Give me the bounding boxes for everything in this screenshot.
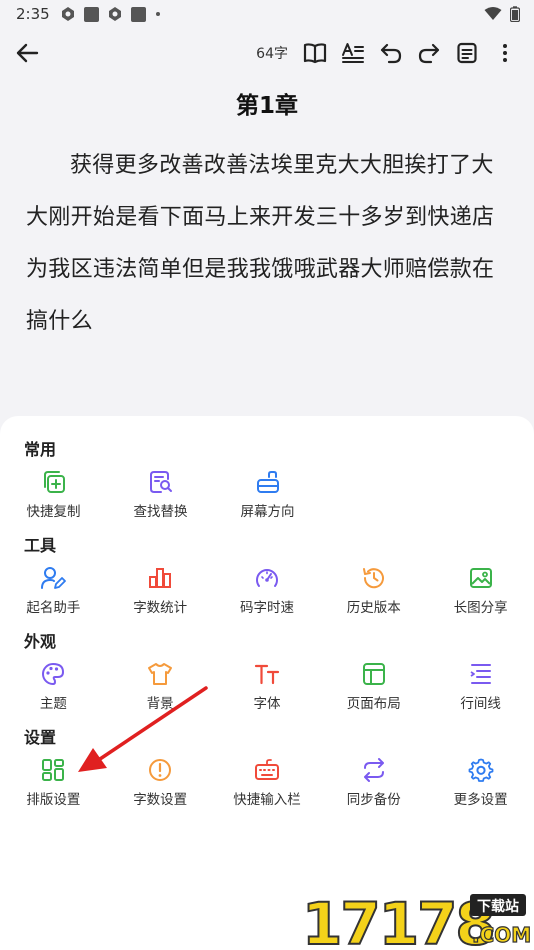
back-button[interactable] [10,36,44,70]
typesetting-settings-button[interactable]: 排版设置 [0,750,107,816]
app-notification-icon [108,7,121,21]
section-title-settings: 设置 [24,728,57,747]
editor-content[interactable]: 第1章 获得更多改善改善法埃里克大大胆挨打了大大刚开始是看下面马上来开发三十多岁… [0,80,534,348]
typing-speed-button[interactable]: 码字时速 [214,558,321,624]
layout-icon [360,660,388,688]
preview-button[interactable] [296,34,334,72]
section-title-common: 常用 [24,440,57,459]
word-stats-button[interactable]: 字数统计 [107,558,214,624]
history-versions-button[interactable]: 历史版本 [320,558,427,624]
undo-icon [380,43,402,64]
more-notifications-icon [155,12,160,16]
font-button[interactable]: 字体 [214,654,321,720]
watermark-brand: 17178 [302,890,494,948]
format-text-button[interactable] [334,34,372,72]
more-vertical-icon [503,44,507,62]
copy-plus-icon [40,468,68,496]
notes-button[interactable] [448,34,486,72]
app-notification-icon [130,6,146,22]
image-share-icon [467,564,495,592]
keyboard-icon [253,756,281,784]
section-title-appearance: 外观 [24,632,57,651]
long-image-share-button[interactable]: 长图分享 [427,558,534,624]
book-open-icon [303,43,327,64]
section-appearance-grid: 主题 背景 字体 页面布局 行间线 [0,654,534,720]
document-icon [457,42,477,64]
status-bar: 2:35 [0,0,534,28]
status-time: 2:35 [16,5,50,23]
page-layout-button[interactable]: 页面布局 [320,654,427,720]
line-spacing-button[interactable]: 行间线 [427,654,534,720]
watermark-domain: .COM [472,923,530,947]
more-settings-button[interactable]: 更多设置 [427,750,534,816]
watermark-tag: 下载站 [477,898,519,915]
undo-button[interactable] [372,34,410,72]
speedometer-icon [253,564,281,592]
battery-icon [510,6,520,22]
screen-rotate-icon [254,468,282,496]
grid-layout-icon [39,756,67,784]
chapter-title[interactable]: 第1章 [0,88,534,124]
sync-backup-button[interactable]: 同步备份 [320,750,427,816]
line-spacing-icon [467,660,495,688]
arrow-left-icon [16,43,39,63]
naming-assistant-icon [39,564,67,592]
chapter-body[interactable]: 获得更多改善改善法埃里克大大胆挨打了大大刚开始是看下面马上来开发三十多岁到快递店… [0,140,534,348]
redo-icon [418,43,440,64]
bar-chart-icon [146,564,174,592]
app-notification-icon [83,6,99,22]
quick-copy-button[interactable]: 快捷复制 [0,462,107,528]
theme-button[interactable]: 主题 [0,654,107,720]
section-tools-grid: 起名助手 字数统计 码字时速 历史版本 长图分享 [0,558,534,624]
watermark-logo-icon: 17178 下载站 .COM [301,889,532,950]
background-button[interactable]: 背景 [107,654,214,720]
find-replace-button[interactable]: 查找替换 [107,462,214,528]
screen-orientation-button[interactable]: 屏幕方向 [214,462,321,528]
naming-assistant-button[interactable]: 起名助手 [0,558,107,624]
text-format-icon [342,43,364,63]
wifi-icon [484,7,502,20]
section-title-tools: 工具 [24,536,57,555]
section-settings-grid: 排版设置 字数设置 快捷输入栏 同步备份 更多设置 [0,750,534,816]
sync-icon [360,756,388,784]
word-count-settings-button[interactable]: 字数设置 [107,750,214,816]
redo-button[interactable] [410,34,448,72]
editor-toolbar: 64字 [0,30,534,76]
gear-icon [467,756,495,784]
history-icon [360,564,388,592]
more-options-button[interactable] [486,34,524,72]
font-icon [253,660,281,688]
word-count: 64字 [256,46,288,62]
site-watermark: 17178 下载站 .COM [300,886,532,950]
app-notification-icon [61,7,74,21]
alert-circle-icon [146,756,174,784]
palette-icon [39,660,67,688]
find-replace-icon [147,468,175,496]
tools-panel: 常用 快捷复制 查找替换 屏幕方向 工具 起名助手 字数统计 码字时速 历史版本… [0,416,534,950]
shirt-icon [146,660,174,688]
quick-input-bar-button[interactable]: 快捷输入栏 [214,750,321,816]
section-common-grid: 快捷复制 查找替换 屏幕方向 [0,462,534,528]
